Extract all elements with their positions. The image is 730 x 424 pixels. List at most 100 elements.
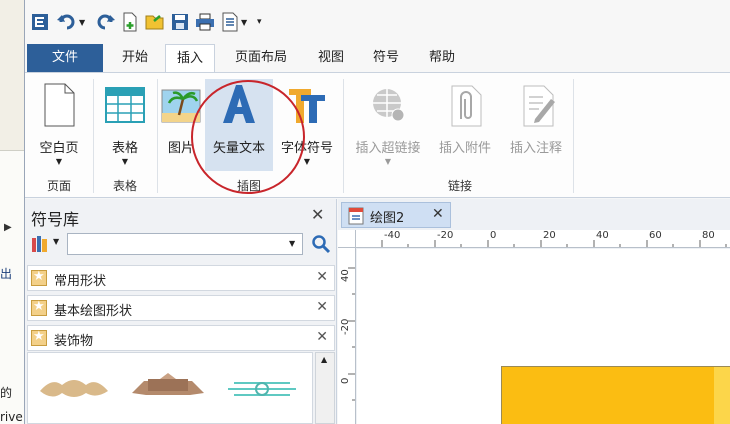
ribbon-separator bbox=[157, 79, 158, 193]
ruler-label: -40 bbox=[384, 230, 401, 241]
shape-gallery bbox=[27, 352, 313, 424]
star-icon: ★ bbox=[31, 329, 47, 346]
library-books-icon[interactable] bbox=[31, 235, 49, 253]
ruler-label: -20 bbox=[340, 318, 351, 335]
close-icon[interactable]: ✕ bbox=[316, 269, 328, 285]
globe-icon bbox=[373, 89, 405, 122]
search-icon[interactable] bbox=[311, 234, 331, 254]
background-text: 的 bbox=[0, 386, 13, 400]
tab-file[interactable]: 文件 bbox=[27, 44, 103, 72]
undo-dropdown-icon[interactable]: ▼ bbox=[79, 12, 85, 32]
ribbon-separator bbox=[573, 79, 574, 193]
scroll-ornament-shape[interactable] bbox=[224, 373, 300, 403]
drawing-canvas[interactable] bbox=[357, 249, 730, 424]
group-label-link: 链接 bbox=[447, 179, 472, 193]
new-icon[interactable] bbox=[121, 12, 139, 32]
library-search-input[interactable] bbox=[67, 233, 303, 255]
blank-page-button[interactable]: 空白页 ▼ bbox=[27, 79, 91, 171]
close-icon[interactable]: ✕ bbox=[432, 206, 444, 222]
scroll-up-icon[interactable]: ▲ bbox=[321, 355, 327, 364]
quick-access-toolbar: ▼ ▼ ▾ bbox=[25, 0, 730, 44]
close-icon[interactable]: ✕ bbox=[316, 329, 328, 345]
insert-annotation-label: 插入注释 bbox=[509, 141, 562, 156]
star-icon: ★ bbox=[31, 299, 47, 316]
vertical-ruler: 40 -20 0 bbox=[338, 248, 356, 424]
ruler-label: 80 bbox=[702, 230, 715, 241]
ribbon-separator bbox=[93, 79, 94, 193]
app-logo-icon bbox=[31, 12, 49, 32]
annotation-icon bbox=[523, 85, 555, 127]
library-item-name: 装饰物 bbox=[54, 334, 94, 349]
drawing-page[interactable] bbox=[501, 366, 730, 424]
insert-hyperlink-label: 插入超链接 bbox=[355, 141, 421, 156]
menu-tabs: 文件 开始 插入 页面布局 视图 符号 帮助 bbox=[25, 44, 730, 73]
insert-annotation-button[interactable]: 插入注释 bbox=[501, 79, 571, 171]
export-dropdown-icon[interactable]: ▼ bbox=[241, 12, 247, 32]
ribbon: 空白页 ▼ 页面 表格 ▼ 表格 图片 矢量文本 字体符号 ▼ 插图 插入超链接… bbox=[25, 72, 730, 198]
insert-attachment-label: 插入附件 bbox=[438, 141, 491, 156]
tab-view[interactable]: 视图 bbox=[307, 44, 355, 72]
symbol-library-panel: 符号库 ✕ ▼ ▼ ★ 常用形状 ✕ ★ 基本绘图形状 ✕ ★ 装饰物 ✕ ▲ bbox=[25, 199, 337, 424]
chevron-down-icon[interactable]: ▼ bbox=[289, 239, 295, 248]
ruler-corner bbox=[338, 230, 356, 248]
library-item[interactable]: ★ 基本绘图形状 ✕ bbox=[27, 295, 335, 321]
customize-icon[interactable]: ▾ bbox=[257, 12, 262, 32]
close-icon[interactable]: ✕ bbox=[311, 205, 324, 224]
highlight-circle bbox=[191, 80, 305, 194]
tab-page-layout[interactable]: 页面布局 bbox=[223, 44, 299, 72]
group-label-table: 表格 bbox=[112, 179, 137, 193]
tab-document[interactable]: 绘图2 ✕ bbox=[341, 202, 451, 228]
document-icon bbox=[348, 207, 364, 225]
insert-hyperlink-button[interactable]: 插入超链接 ▼ bbox=[347, 79, 429, 171]
document-tab-name: 绘图2 bbox=[370, 211, 405, 226]
gallery-scrollbar[interactable]: ▲ bbox=[315, 352, 335, 424]
open-icon[interactable] bbox=[145, 12, 165, 32]
ruler-label: 40 bbox=[596, 230, 609, 241]
library-item[interactable]: ★ 常用形状 ✕ bbox=[27, 265, 335, 291]
app-window: ▼ ▼ ▾ 文件 开始 插入 页面布局 视图 符号 帮助 空白页 ▼ 页面 表格… bbox=[24, 0, 730, 424]
chevron-down-icon: ▼ bbox=[121, 157, 129, 166]
library-item-name: 常用形状 bbox=[54, 274, 107, 289]
tab-symbol[interactable]: 符号 bbox=[361, 44, 411, 72]
ruler-label: 0 bbox=[490, 230, 497, 241]
tab-help[interactable]: 帮助 bbox=[417, 44, 467, 72]
star-icon: ★ bbox=[31, 269, 47, 286]
attachment-icon bbox=[451, 85, 482, 127]
ornament-shape[interactable] bbox=[38, 373, 110, 403]
library-item[interactable]: ★ 装饰物 ✕ bbox=[27, 325, 335, 351]
panel-title: 符号库 bbox=[31, 210, 80, 229]
library-item-name: 基本绘图形状 bbox=[54, 304, 133, 319]
table-icon bbox=[105, 87, 145, 123]
background-text: rive bbox=[0, 410, 23, 424]
tab-insert[interactable]: 插入 bbox=[165, 44, 215, 73]
save-icon[interactable] bbox=[171, 12, 189, 32]
document-area: 绘图2 ✕ -40 -20 0 20 40 60 80 40 -20 0 bbox=[338, 199, 730, 424]
background-panel bbox=[0, 150, 24, 424]
ruler-label: 20 bbox=[543, 230, 556, 241]
ruler-label: 0 bbox=[340, 377, 351, 384]
redo-icon[interactable] bbox=[95, 12, 115, 32]
ribbon-separator bbox=[343, 79, 344, 193]
chevron-down-icon: ▼ bbox=[55, 157, 63, 166]
ruler-label: 60 bbox=[649, 230, 662, 241]
banner-shape[interactable] bbox=[130, 371, 206, 403]
tab-home[interactable]: 开始 bbox=[111, 44, 159, 72]
undo-icon[interactable] bbox=[57, 12, 77, 32]
print-icon[interactable] bbox=[195, 12, 215, 32]
ruler-label: 40 bbox=[340, 269, 351, 282]
background-text: 出 bbox=[0, 267, 13, 281]
horizontal-ruler: -40 -20 0 20 40 60 80 bbox=[356, 230, 730, 248]
export-icon[interactable] bbox=[221, 12, 239, 32]
blank-page-label: 空白页 bbox=[39, 141, 79, 156]
background-arrow-icon: ▶ bbox=[4, 222, 12, 233]
blank-page-icon bbox=[44, 83, 75, 127]
table-label: 表格 bbox=[111, 141, 138, 156]
ruler-label: -20 bbox=[437, 230, 454, 241]
library-search-row: ▼ ▼ bbox=[25, 231, 337, 259]
group-label-page: 页面 bbox=[46, 179, 71, 193]
insert-attachment-button[interactable]: 插入附件 bbox=[429, 79, 501, 171]
close-icon[interactable]: ✕ bbox=[316, 299, 328, 315]
page-shape[interactable] bbox=[714, 367, 730, 424]
library-dropdown-icon[interactable]: ▼ bbox=[53, 237, 59, 246]
table-button[interactable]: 表格 ▼ bbox=[95, 79, 155, 171]
